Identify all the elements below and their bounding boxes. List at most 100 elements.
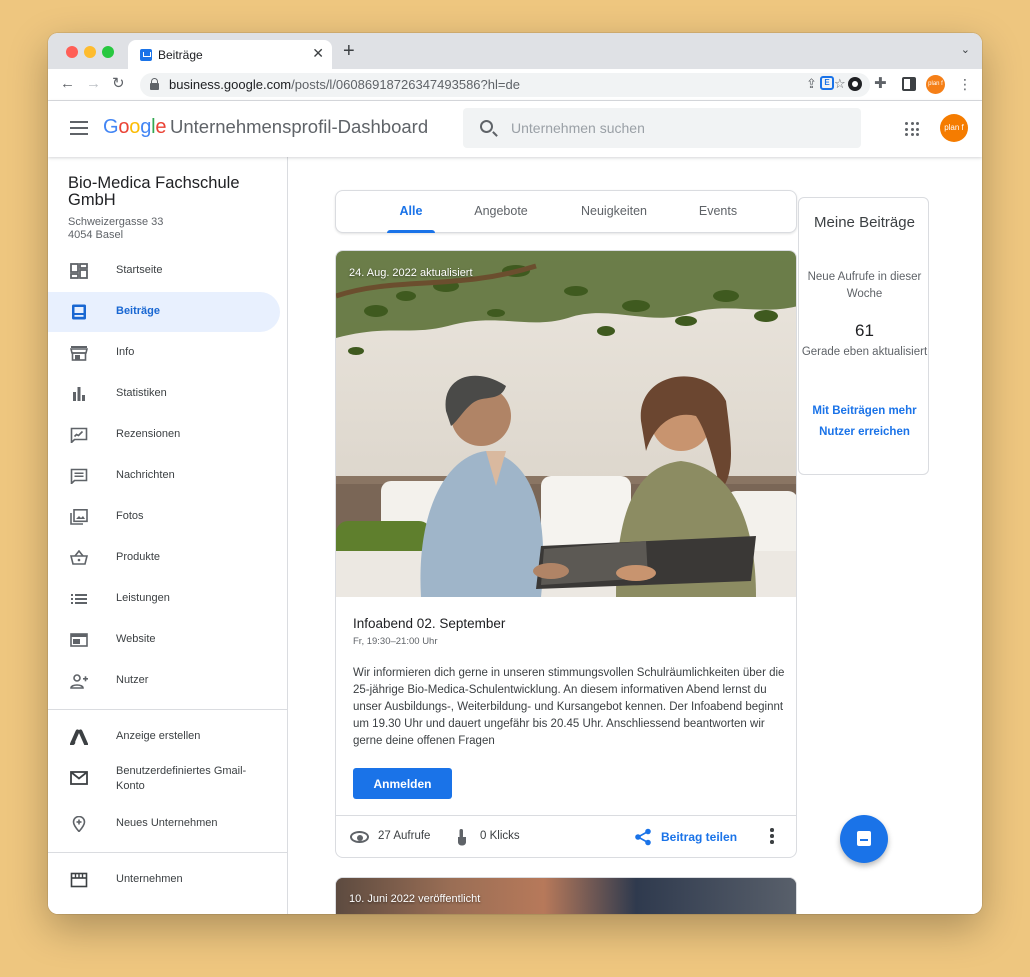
browser-window: Beiträge ✕ + ⌄ ← → ↻ business.google.com… bbox=[48, 33, 982, 914]
close-tab-icon[interactable]: ✕ bbox=[312, 45, 324, 62]
tab-alle[interactable]: Alle bbox=[387, 191, 435, 233]
gmail-icon bbox=[70, 771, 88, 785]
sidebar-item-label: Benutzerdefiniertes Gmail-Konto bbox=[116, 765, 247, 792]
browser-menu-icon[interactable]: ⋮ bbox=[958, 75, 972, 93]
extension-circle-icon[interactable] bbox=[848, 77, 862, 91]
create-post-icon bbox=[857, 831, 871, 846]
browser-toolbar: ← → ↻ business.google.com/posts/l/060869… bbox=[48, 69, 982, 101]
add-user-icon bbox=[70, 674, 88, 689]
post-footer: 27 Aufrufe 0 Klicks Beitrag teilen bbox=[336, 815, 796, 857]
extensions-puzzle-icon[interactable]: ✚ bbox=[874, 74, 887, 92]
post-card-2: 10. Juni 2022 veröffentlicht bbox=[335, 877, 797, 914]
summary-subtitle: Neue Aufrufe in dieser Woche bbox=[807, 271, 922, 300]
posts-favicon-icon bbox=[140, 49, 152, 61]
share-icon[interactable] bbox=[634, 828, 652, 846]
post-photo: 24. Aug. 2022 aktualisiert bbox=[336, 251, 796, 597]
business-search-input[interactable] bbox=[511, 108, 841, 148]
eye-icon bbox=[350, 831, 369, 843]
close-window-button[interactable] bbox=[66, 46, 78, 58]
sidebar-item-anzeige-erstellen[interactable]: Anzeige erstellen bbox=[48, 717, 280, 757]
sidebar-item-beitraege[interactable]: Beiträge bbox=[48, 292, 280, 332]
sidebar-item-info[interactable]: Info bbox=[48, 333, 280, 373]
sidebar-item-nutzer[interactable]: Nutzer bbox=[48, 661, 280, 701]
sidebar-divider bbox=[48, 709, 287, 710]
sidebar-item-unternehmen[interactable]: Unternehmen bbox=[48, 860, 280, 900]
sidebar-item-statistiken[interactable]: Statistiken bbox=[48, 374, 280, 414]
address-street: Schweizergasse 33 bbox=[68, 216, 164, 228]
minimize-window-button[interactable] bbox=[84, 46, 96, 58]
create-post-fab[interactable] bbox=[840, 815, 888, 863]
sidebar-item-label: Produkte bbox=[116, 551, 161, 563]
my-posts-summary-card: Meine Beiträge Neue Aufrufe in dieser Wo… bbox=[798, 197, 929, 475]
business-address: Schweizergasse 33 4054 Basel bbox=[68, 216, 163, 242]
side-panel-icon[interactable] bbox=[902, 77, 916, 91]
summary-views-count: 61 bbox=[855, 321, 874, 340]
sidebar-item-gmail-konto[interactable]: Benutzerdefiniertes Gmail-Konto bbox=[48, 758, 280, 798]
summary-updated-text: Gerade eben aktualisiert bbox=[801, 346, 928, 358]
bar-chart-icon bbox=[73, 387, 85, 401]
website-icon bbox=[70, 633, 88, 647]
post-date-overlay: 24. Aug. 2022 aktualisiert bbox=[349, 267, 473, 279]
sidebar-item-produkte[interactable]: Produkte bbox=[48, 538, 280, 578]
post-time: Fr, 19:30–21:00 Uhr bbox=[353, 636, 438, 647]
share-post-button[interactable]: Beitrag teilen bbox=[661, 830, 737, 844]
posts-tabs: Alle Angebote Neuigkeiten Events bbox=[335, 190, 797, 233]
message-icon bbox=[70, 468, 88, 484]
url-text: business.google.com/posts/l/060869187263… bbox=[169, 77, 520, 92]
sidebar-item-label: Beiträge bbox=[116, 305, 161, 317]
sidebar-item-website[interactable]: Website bbox=[48, 620, 280, 660]
sidebar-item-fotos[interactable]: Fotos bbox=[48, 497, 280, 537]
app-title: Unternehmensprofil-Dashboard bbox=[170, 116, 429, 137]
post-photo-illustration bbox=[336, 251, 796, 597]
basket-icon bbox=[70, 550, 88, 565]
sidebar-item-neues-unternehmen[interactable]: Neues Unternehmen bbox=[48, 804, 280, 844]
forward-arrow-icon[interactable]: → bbox=[86, 75, 101, 93]
address-bar[interactable]: business.google.com/posts/l/060869187263… bbox=[140, 73, 870, 97]
add-location-icon bbox=[72, 816, 86, 832]
anmelden-button[interactable]: Anmelden bbox=[353, 768, 452, 799]
tab-neuigkeiten[interactable]: Neuigkeiten bbox=[570, 191, 658, 233]
sidebar-item-leistungen[interactable]: Leistungen bbox=[48, 579, 280, 619]
address-city: 4054 Basel bbox=[68, 229, 124, 241]
maximize-window-button[interactable] bbox=[102, 46, 114, 58]
reload-icon[interactable]: ↻ bbox=[112, 75, 125, 93]
tab-search-chevron-icon[interactable]: ⌄ bbox=[961, 43, 970, 56]
sidebar-item-label: Info bbox=[116, 346, 135, 358]
sidebar-item-label: Nachrichten bbox=[116, 469, 175, 481]
sidebar-item-label: Leistungen bbox=[116, 592, 170, 604]
sidebar-divider bbox=[48, 852, 287, 853]
more-options-icon[interactable] bbox=[770, 828, 774, 844]
bookmark-star-icon[interactable]: ☆ bbox=[834, 76, 846, 92]
account-avatar[interactable]: plan f bbox=[940, 114, 968, 142]
lock-icon[interactable] bbox=[150, 78, 159, 90]
business-name: Bio-Medica Fachschule GmbH bbox=[68, 174, 240, 209]
views-count: 27 Aufrufe bbox=[378, 830, 431, 842]
google-logo[interactable]: Google bbox=[103, 116, 167, 139]
new-tab-button[interactable]: + bbox=[343, 41, 355, 61]
tab-events[interactable]: Events bbox=[688, 191, 748, 233]
reach-more-users-link[interactable]: Mit Beiträgen mehr Nutzer erreichen bbox=[799, 401, 930, 442]
reviews-icon bbox=[70, 427, 88, 443]
sidebar-item-label: Neues Unternehmen bbox=[116, 817, 218, 829]
menu-icon[interactable] bbox=[70, 121, 88, 135]
tab-angebote[interactable]: Angebote bbox=[465, 191, 537, 233]
google-ads-icon bbox=[70, 729, 88, 745]
browser-tab[interactable]: Beiträge ✕ bbox=[128, 40, 332, 69]
tap-icon bbox=[458, 829, 466, 846]
sidebar-item-startseite[interactable]: Startseite bbox=[48, 251, 280, 291]
sidebar-item-nachrichten[interactable]: Nachrichten bbox=[48, 456, 280, 496]
sidebar-item-rezensionen[interactable]: Rezensionen bbox=[48, 415, 280, 455]
sidebar-item-label: Website bbox=[116, 633, 156, 645]
search-icon bbox=[480, 120, 493, 133]
google-apps-icon[interactable] bbox=[905, 122, 919, 136]
sidebar-item-label: Fotos bbox=[116, 510, 144, 522]
back-arrow-icon[interactable]: ← bbox=[60, 75, 75, 93]
sidebar-item-label: Startseite bbox=[116, 264, 163, 276]
browser-profile-avatar[interactable]: plan f bbox=[926, 75, 945, 94]
sidebar-item-label: Statistiken bbox=[116, 387, 167, 399]
sidebar: Bio-Medica Fachschule GmbH Schweizergass… bbox=[48, 157, 288, 914]
extension-badge-icon[interactable]: E bbox=[820, 76, 834, 90]
business-search-box[interactable] bbox=[463, 108, 861, 148]
summary-title: Meine Beiträge bbox=[814, 214, 915, 231]
share-page-icon[interactable]: ⇪ bbox=[806, 76, 817, 92]
